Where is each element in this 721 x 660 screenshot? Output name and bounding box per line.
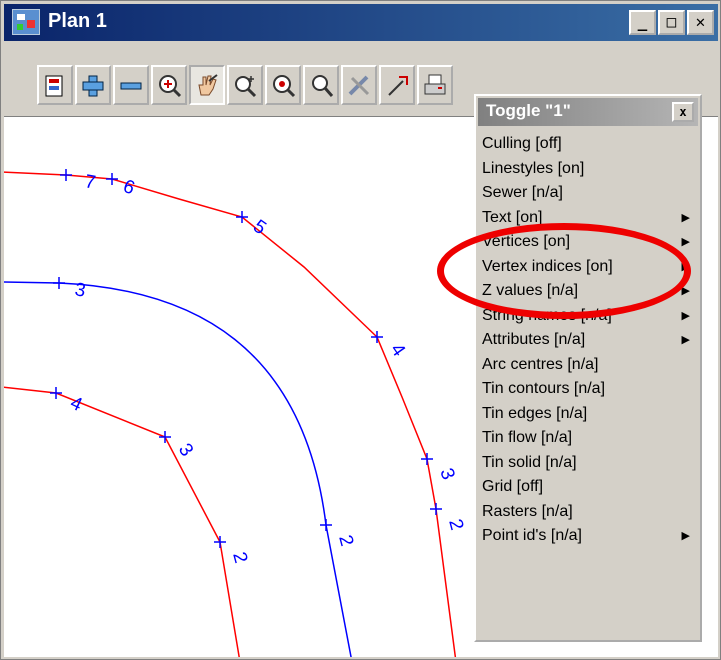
menu-item[interactable]: Point id's [n/a] ▶ (480, 524, 696, 549)
plot-button[interactable] (37, 65, 73, 105)
outer-red-string[interactable] (4, 171, 457, 657)
pick-icon (388, 76, 408, 96)
menu-item-label: Text [on] (482, 208, 543, 226)
zoom-out-minus-icon (120, 82, 142, 90)
toggle-menu-items: Culling [off] Linestyles [on] Sewer [n/a] T… (480, 132, 696, 549)
vertex-markers (50, 169, 442, 548)
tools-icon (348, 75, 370, 96)
print-button[interactable] (417, 65, 453, 105)
pan-hand-icon (198, 74, 218, 96)
menu-item-label: Tin edges [n/a] (482, 404, 588, 422)
submenu-arrow-icon: ▶ (681, 530, 690, 542)
zoom-in-plus-icon (82, 75, 104, 97)
menu-item[interactable]: Tin solid [n/a] (480, 451, 696, 476)
zoom-extent-button[interactable] (151, 65, 187, 105)
menu-item[interactable]: Tin contours [n/a] (480, 377, 696, 402)
zoom-in-button[interactable] (75, 65, 111, 105)
zoom-window-button[interactable] (227, 65, 263, 105)
plan-app-icon (12, 9, 40, 35)
submenu-arrow-icon: ▶ (681, 236, 690, 248)
zoom-out-button[interactable] (113, 65, 149, 105)
menu-item-label: Point id's [n/a] (482, 527, 582, 544)
menu-item-label: Grid [off] (482, 478, 544, 495)
zoom-centre-button[interactable] (265, 65, 301, 105)
vertex-index-label: 4 (386, 340, 410, 361)
menu-item-label: Culling [off] (482, 135, 562, 152)
menu-item[interactable]: Linestyles [on] (480, 157, 696, 182)
menu-item[interactable]: Grid [off] (480, 475, 696, 500)
menu-item-label: Sewer [n/a] (482, 184, 563, 201)
toggle-menu-title: Toggle "1" (486, 101, 571, 120)
print-icon (424, 74, 446, 95)
vertex-index-label: 2 (334, 533, 357, 549)
blue-string[interactable] (4, 281, 352, 657)
zoom-magnify-icon (312, 75, 334, 97)
zoom-extent-icon (159, 75, 182, 98)
close-button[interactable]: ✕ (687, 10, 714, 35)
maximize-button[interactable]: □ (658, 10, 685, 35)
plot-icon (45, 75, 63, 97)
toggle-menu: Toggle "1" x Culling [off] Linestyles [on… (474, 94, 702, 642)
zoom-centre-icon (273, 75, 296, 98)
menu-item-label: Tin contours [n/a] (482, 380, 606, 397)
inner-red-string[interactable] (4, 386, 240, 657)
vertex-index-label: 2 (228, 550, 251, 566)
menu-item[interactable]: Rasters [n/a] (480, 500, 696, 525)
vertex-index-label: 3 (73, 279, 87, 302)
menu-item-label: Linestyles [on] (482, 159, 585, 177)
vertex-index-label: 3 (174, 440, 197, 461)
submenu-arrow-icon: ▶ (681, 211, 690, 224)
submenu-arrow-icon: ▶ (681, 334, 690, 346)
toggle-menu-close-button[interactable]: x (672, 102, 694, 122)
vertex-index-label: 6 (120, 176, 137, 199)
menu-item-label: Tin flow [n/a] (482, 429, 573, 446)
minimize-button[interactable]: _ (629, 10, 656, 35)
toggle-menu-title-bar[interactable]: Toggle "1" x (478, 98, 698, 126)
menu-item[interactable]: Culling [off] (480, 132, 696, 157)
pan-button[interactable] (189, 65, 225, 105)
plan-window: Plan 1 _ □ ✕ 7 6 5 4 3 2 3 2 4 3 2 Toggl… (0, 0, 721, 660)
zoom-window-icon (235, 76, 257, 98)
vertex-index-label: 3 (435, 466, 458, 483)
menu-item-label: Attributes [n/a] (482, 331, 586, 348)
vertex-index-label: 5 (249, 216, 270, 239)
menu-item-label: Tin solid [n/a] (482, 453, 577, 471)
zoom-magnify-button[interactable] (303, 65, 339, 105)
menu-item[interactable]: Attributes [n/a] ▶ (480, 328, 696, 353)
menu-item[interactable]: Tin flow [n/a] (480, 426, 696, 451)
red-highlight-ellipse (437, 223, 691, 319)
menu-item-label: Arc centres [n/a] (482, 355, 599, 373)
menu-item[interactable]: Tin edges [n/a] (480, 402, 696, 427)
menu-item[interactable]: Sewer [n/a] (480, 181, 696, 206)
submenu-arrow-icon: ▶ (681, 309, 690, 322)
menu-item[interactable]: Arc centres [n/a] (480, 353, 696, 378)
title-bar[interactable]: Plan 1 _ □ ✕ (4, 4, 718, 41)
window-title: Plan 1 (48, 10, 107, 32)
pick-button[interactable] (379, 65, 415, 105)
menu-item-label: Rasters [n/a] (482, 502, 573, 520)
vertex-index-label: 2 (444, 517, 467, 533)
vertex-index-label: 7 (83, 171, 97, 194)
tools-button[interactable] (341, 65, 377, 105)
